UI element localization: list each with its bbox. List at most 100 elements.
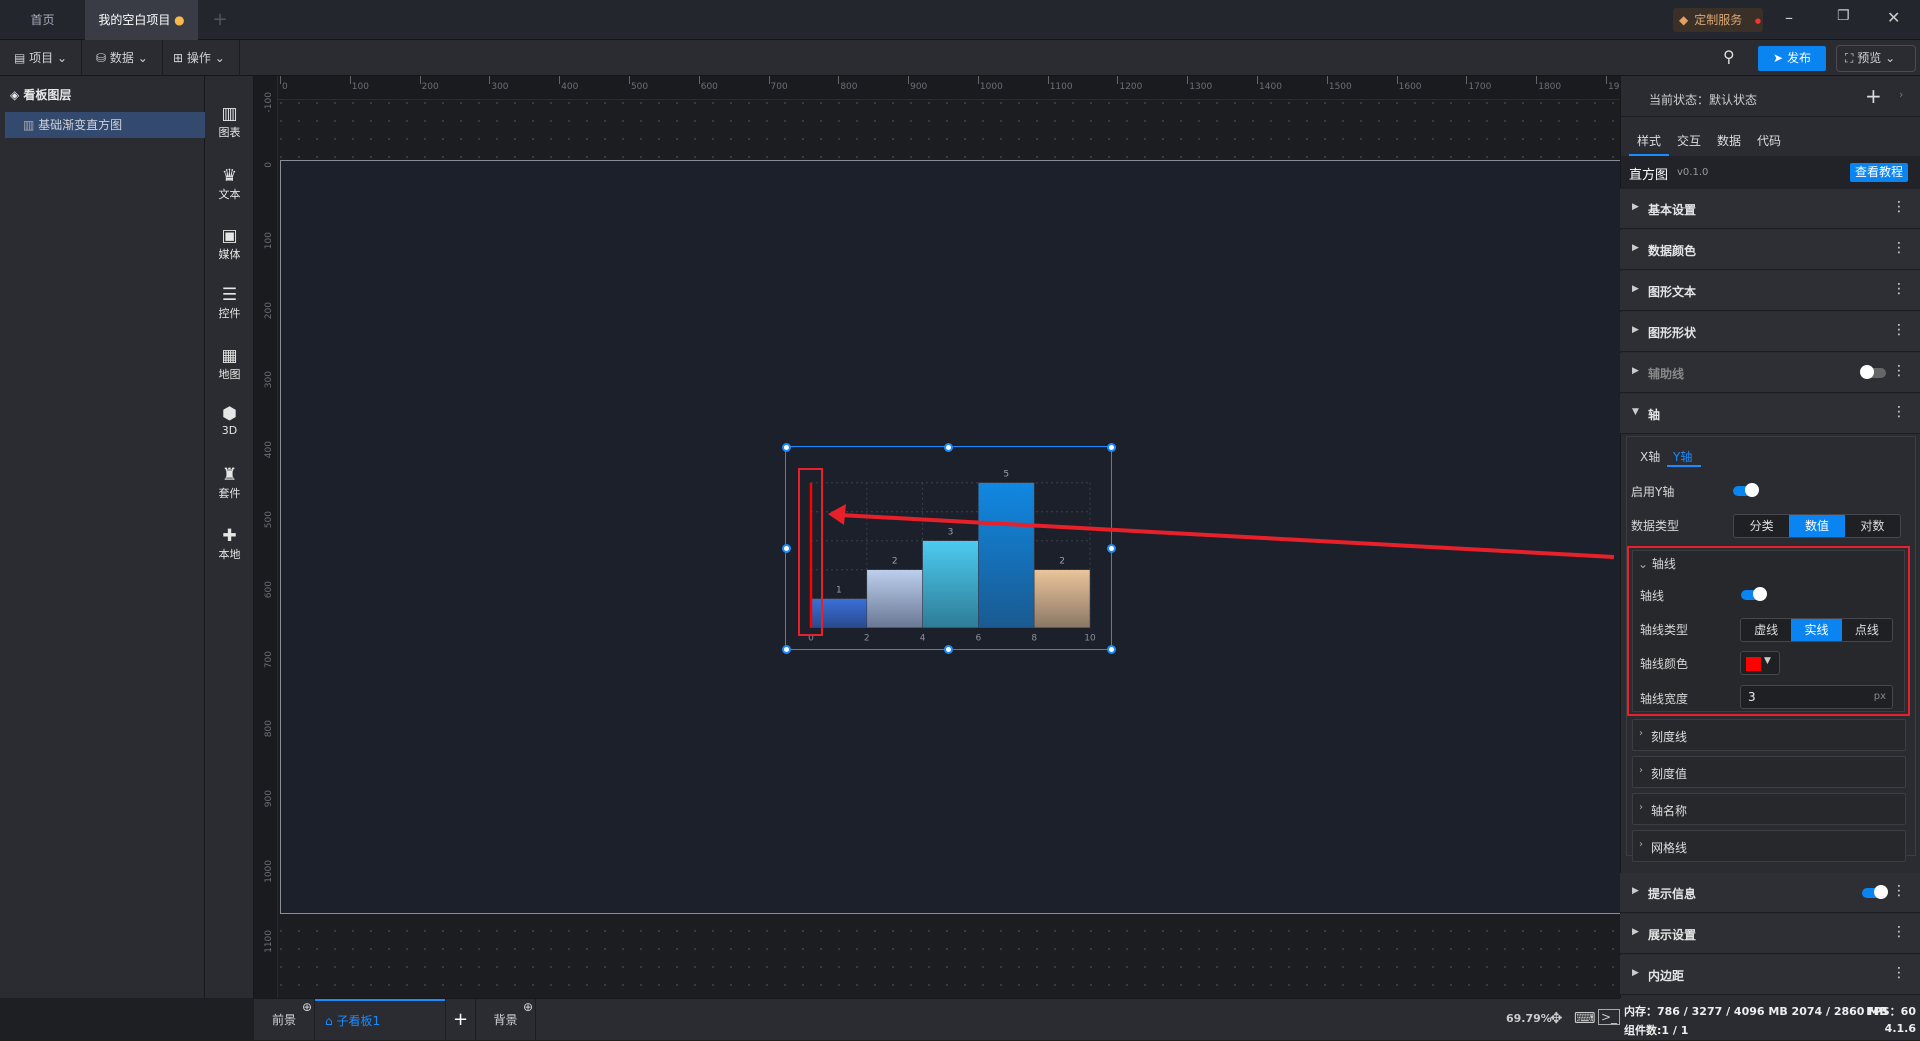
data-type-category[interactable]: 分类 xyxy=(1734,515,1789,537)
component-bar-chart[interactable]: ▥ 图表 xyxy=(205,104,254,140)
restore-icon[interactable]: ❐ xyxy=(1837,8,1850,24)
data-menu[interactable]: ⛁ 数据 ⌄ xyxy=(82,40,163,76)
tab-project[interactable]: 我的空白项目 ● xyxy=(85,0,198,40)
caret-right-icon: ▶ xyxy=(1632,927,1639,937)
line-type-dotted[interactable]: 点线 xyxy=(1842,619,1892,641)
more-icon[interactable]: ⋮ xyxy=(1892,322,1906,338)
resize-handle[interactable] xyxy=(1106,543,1116,553)
tab-y-axis[interactable]: Y轴 xyxy=(1673,448,1692,465)
foreground-tab[interactable]: 前景 ⊕ xyxy=(254,999,315,1041)
more-icon[interactable]: ⋮ xyxy=(1892,965,1906,981)
enable-y-toggle[interactable] xyxy=(1733,483,1759,497)
axis-line-collapse[interactable]: ⌄ 轴线 xyxy=(1638,555,1676,572)
sub-board-tab[interactable]: ⌂ 子看板1 xyxy=(315,999,445,1041)
component-map[interactable]: ▦ 地图 xyxy=(205,346,254,382)
more-icon[interactable]: ⋮ xyxy=(1892,240,1906,256)
add-board-button[interactable]: + xyxy=(445,999,476,1041)
line-type-dashed[interactable]: 虚线 xyxy=(1741,619,1791,641)
component-label: 地图 xyxy=(218,368,241,381)
keyboard-icon[interactable]: ⌨ xyxy=(1574,1009,1596,1027)
component-cube[interactable]: ⬢ 3D xyxy=(205,404,254,437)
project-menu[interactable]: ▤ 项目 ⌄ xyxy=(0,40,83,76)
ruler-tick xyxy=(1117,76,1119,84)
operate-menu[interactable]: ⊞ 操作 ⌄ xyxy=(159,40,240,76)
section-graphic-shape[interactable]: ▶ 图形形状 ⋮ xyxy=(1620,312,1920,352)
add-state-button[interactable]: + xyxy=(1865,84,1882,108)
section-graphic-text[interactable]: ▶ 图形文本 ⋮ xyxy=(1620,271,1920,311)
component-media[interactable]: ▣ 媒体 xyxy=(205,226,254,262)
resize-handle[interactable] xyxy=(781,543,791,553)
tab-interaction[interactable]: 交互 xyxy=(1669,126,1709,156)
section-basic[interactable]: ▶ 基本设置 ⋮ xyxy=(1620,189,1920,229)
resize-handle[interactable] xyxy=(944,442,953,452)
ruler-tick-label: 1000 xyxy=(979,82,1003,92)
fit-screen-icon[interactable]: ✥ xyxy=(1550,1009,1563,1027)
component-label: 本地 xyxy=(218,548,241,561)
tutorial-button[interactable]: 查看教程 xyxy=(1850,163,1908,182)
more-icon[interactable]: ⋮ xyxy=(1892,883,1906,899)
axis-line-width-input[interactable]: 3 px xyxy=(1740,685,1893,709)
tab-data[interactable]: 数据 xyxy=(1709,126,1749,156)
section-label: 提示信息 xyxy=(1648,887,1697,901)
custom-service-label: 定制服务 xyxy=(1694,13,1743,27)
more-icon[interactable]: ⋮ xyxy=(1892,924,1906,940)
subsection-tick-line[interactable]: › 刻度线 xyxy=(1632,719,1906,751)
resize-handle[interactable] xyxy=(1106,644,1116,654)
section-guide-line[interactable]: ▶ 辅助线 ⋮ xyxy=(1620,353,1920,393)
chevron-right-icon[interactable]: › xyxy=(1899,88,1903,101)
notify-dot-icon: ● xyxy=(1754,17,1761,25)
subsection-axis-name[interactable]: › 轴名称 xyxy=(1632,793,1906,825)
subsection-grid-line[interactable]: › 网格线 xyxy=(1632,830,1906,862)
axis-line-type-segmented[interactable]: 虚线 实线 点线 xyxy=(1740,618,1893,642)
resize-handle[interactable] xyxy=(1106,442,1116,452)
toggle-knob xyxy=(1860,365,1874,379)
chart-widget-selection[interactable] xyxy=(781,442,1116,654)
background-tab[interactable]: 背景 ⊕ xyxy=(476,999,536,1041)
resize-handle[interactable] xyxy=(781,644,791,654)
section-padding[interactable]: ▶ 内边距 ⋮ xyxy=(1620,955,1920,995)
data-type-segmented[interactable]: 分类 数值 对数 xyxy=(1733,514,1901,538)
more-icon[interactable]: ⋮ xyxy=(1892,199,1906,215)
publish-button[interactable]: ➤ 发布 xyxy=(1758,46,1826,71)
component-puzzle[interactable]: ✚ 本地 xyxy=(205,526,254,562)
more-icon[interactable]: ⋮ xyxy=(1892,363,1906,379)
section-data-color[interactable]: ▶ 数据颜色 ⋮ xyxy=(1620,230,1920,270)
component-kit[interactable]: ♜ 套件 xyxy=(205,465,254,501)
add-circle-icon[interactable]: ⊕ xyxy=(523,986,533,1028)
search-icon[interactable]: ⚲ xyxy=(1723,47,1735,66)
component-crown-text[interactable]: ♛ 文本 xyxy=(205,166,254,202)
ruler-tick-label: 800 xyxy=(264,720,274,738)
layer-item[interactable]: ▥ 基础渐变直方图 xyxy=(5,112,205,138)
line-type-solid[interactable]: 实线 xyxy=(1791,619,1842,641)
zoom-level[interactable]: 69.79% xyxy=(1506,1012,1552,1025)
axis-line-color-picker[interactable]: ▼ xyxy=(1740,651,1780,675)
section-toggle[interactable] xyxy=(1860,365,1886,379)
add-circle-icon[interactable]: ⊕ xyxy=(302,986,312,1028)
section-tooltip[interactable]: ▶ 提示信息 ⋮ xyxy=(1620,873,1920,913)
resize-handle[interactable] xyxy=(944,644,953,654)
tab-style[interactable]: 样式 xyxy=(1629,126,1670,156)
section-axis[interactable]: ▼ 轴 ⋮ xyxy=(1620,394,1920,434)
data-type-value[interactable]: 数值 xyxy=(1789,515,1845,537)
resize-handle[interactable] xyxy=(781,442,791,452)
subsection-tick-value[interactable]: › 刻度值 xyxy=(1632,756,1906,788)
layer-item-label: 基础渐变直方图 xyxy=(38,118,123,132)
tab-x-axis[interactable]: X轴 xyxy=(1640,448,1660,465)
data-type-log[interactable]: 对数 xyxy=(1845,515,1900,537)
bar-chart-icon: ▥ xyxy=(23,118,35,132)
tab-home[interactable]: 首页 xyxy=(0,0,85,40)
more-icon[interactable]: ⋮ xyxy=(1892,404,1906,420)
more-icon[interactable]: ⋮ xyxy=(1892,281,1906,297)
custom-service-button[interactable]: ◆ 定制服务 ● xyxy=(1673,8,1763,32)
terminal-icon[interactable]: >_ xyxy=(1598,1009,1621,1025)
section-display[interactable]: ▶ 展示设置 ⋮ xyxy=(1620,914,1920,954)
axis-line-toggle[interactable] xyxy=(1741,587,1767,601)
preview-button[interactable]: ⛶ 预览 ⌄ xyxy=(1836,45,1916,72)
close-icon[interactable]: ✕ xyxy=(1887,8,1900,27)
section-toggle[interactable] xyxy=(1862,885,1888,899)
component-control[interactable]: ☰ 控件 xyxy=(205,285,254,321)
tab-code[interactable]: 代码 xyxy=(1749,126,1789,156)
minimize-icon[interactable]: – xyxy=(1785,8,1793,27)
ruler-tick-label: 0 xyxy=(282,82,288,92)
new-tab-button[interactable]: + xyxy=(200,0,240,40)
